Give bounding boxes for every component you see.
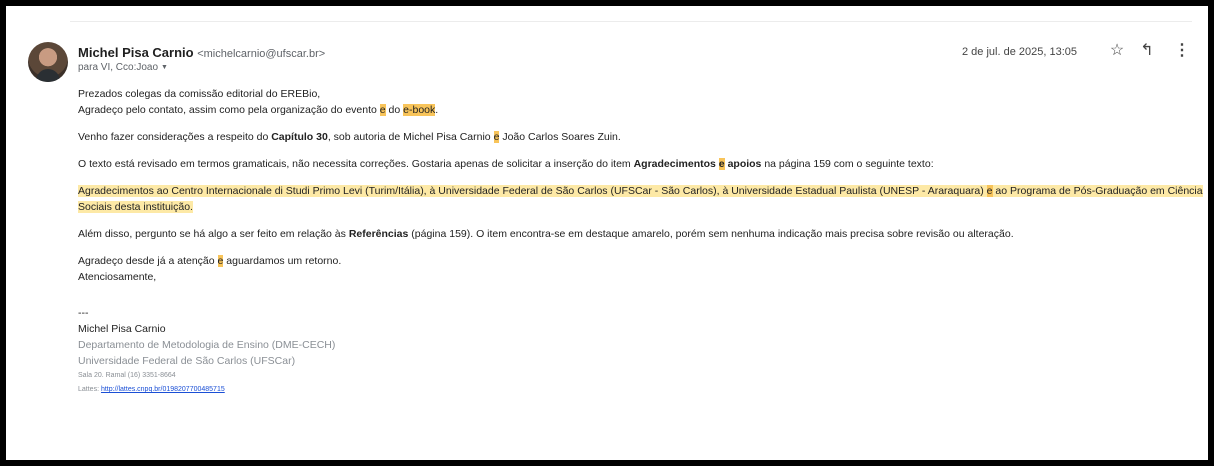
reply-icon[interactable]: ↰	[1137, 41, 1157, 61]
sender-line: Michel Pisa Carnio <michelcarnio@ufscar.…	[78, 45, 325, 60]
references-paragraph: Além disso, pergunto se há algo a ser fe…	[78, 228, 1014, 240]
request-paragraph: O texto está revisado em termos gramatic…	[78, 158, 934, 170]
star-icon[interactable]: ☆	[1107, 41, 1127, 61]
email-view: Michel Pisa Carnio <michelcarnio@ufscar.…	[6, 6, 1208, 460]
closing-line: Agradeço desde já a atenção e aguardamos…	[78, 255, 342, 267]
chapter-paragraph: Venho fazer considerações a respeito do …	[78, 131, 621, 143]
lattes-link[interactable]: http://lattes.cnpq.br/0198207700485715	[101, 386, 225, 393]
signature-name: Michel Pisa Carnio	[78, 323, 166, 335]
more-vert-icon[interactable]: ⋮	[1172, 41, 1192, 61]
recipients-text: para VI, Cco:Joao	[78, 62, 159, 73]
sign-off: Atenciosamente,	[78, 271, 157, 283]
signature-department: Departamento de Metodologia de Ensino (D…	[78, 339, 336, 351]
greeting: Prezados colegas da comissão editorial d…	[78, 88, 321, 100]
sender-avatar[interactable]	[28, 42, 68, 82]
email-body: Prezados colegas da comissão editorial d…	[78, 86, 1203, 397]
sender-name[interactable]: Michel Pisa Carnio	[78, 45, 194, 60]
sender-email: <michelcarnio@ufscar.br>	[197, 48, 326, 60]
thanks-line: Agradeço pelo contato, assim como pela o…	[78, 104, 439, 116]
acknowledgement-text: Agradecimentos ao Centro Internacionale …	[78, 185, 1203, 213]
recipients-toggle[interactable]: para VI, Cco:Joao ▼	[78, 62, 168, 73]
email-date: 2 de jul. de 2025, 13:05	[962, 46, 1077, 58]
signature-dashes: ---	[78, 307, 89, 319]
signature-room: Sala 20. Ramal (16) 3351-8664	[78, 372, 176, 379]
signature-lattes: Lattes: http://lattes.cnpq.br/0198207700…	[78, 386, 225, 393]
signature-university: Universidade Federal de São Carlos (UFSC…	[78, 355, 296, 367]
divider	[70, 21, 1192, 22]
chevron-down-icon[interactable]: ▼	[161, 64, 168, 71]
